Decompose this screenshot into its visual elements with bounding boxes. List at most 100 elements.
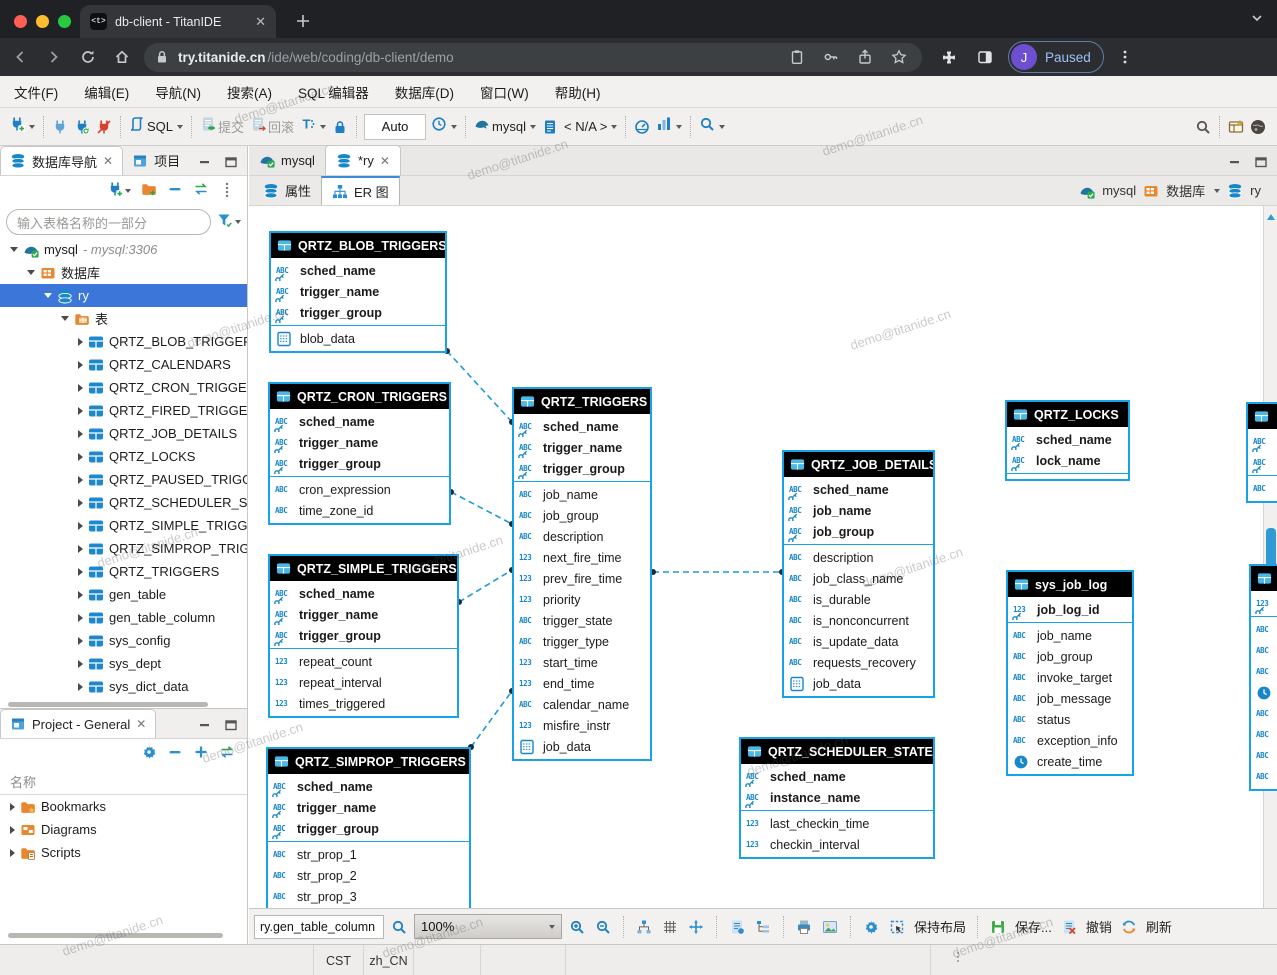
link-with-editor-icon[interactable] [193, 181, 209, 202]
fullscreen-window-button[interactable] [58, 15, 71, 28]
expander-icon[interactable] [78, 522, 83, 530]
tree-item-gen_table_column[interactable]: gen_table_column [0, 606, 247, 629]
commit-button[interactable]: 提交 [197, 114, 247, 140]
entity-field[interactable]: ABCtrigger_group [270, 625, 457, 646]
entity-field[interactable]: ABCis_update_data [784, 631, 933, 652]
entity-field[interactable]: ABCjob_class_name [784, 568, 933, 589]
menu-item[interactable]: 编辑(E) [84, 82, 129, 102]
save-icon[interactable] [987, 914, 1009, 940]
entity-field[interactable]: 123repeat_count [270, 651, 457, 672]
breadcrumb-database[interactable]: 数据库 [1166, 181, 1205, 200]
entity-field[interactable]: ABCsched_name [268, 776, 469, 797]
entity-field[interactable] [1251, 682, 1277, 703]
entity-header[interactable]: QRTZ_LOCKS [1007, 402, 1128, 427]
commit-mode-combo[interactable]: Auto [364, 114, 426, 140]
keep-layout-label[interactable]: 保持布局 [914, 917, 966, 936]
active-connection-combo[interactable]: mysql [471, 114, 539, 140]
close-icon[interactable]: ✕ [103, 154, 113, 168]
tree-item-QRTZ_BLOB_TRIGGERS[interactable]: QRTZ_BLOB_TRIGGERS [0, 330, 247, 353]
entity-field[interactable]: ABC [1251, 766, 1277, 787]
transaction-history-button[interactable] [428, 114, 460, 140]
new-tab-button[interactable] [290, 8, 316, 34]
er-entity-sys_job_log[interactable]: sys_job_log123job_log_idABCjob_nameABCjo… [1006, 570, 1134, 776]
open-perspective-button[interactable] [1225, 114, 1247, 140]
expander-icon[interactable] [78, 476, 83, 484]
tree-item-QRTZ_CALENDARS[interactable]: QRTZ_CALENDARS [0, 353, 247, 376]
entity-field[interactable]: blob_data [271, 328, 445, 349]
close-icon[interactable]: ✕ [136, 717, 146, 731]
er-entity-QRTZ_SIMPLE_TRIGGERS[interactable]: QRTZ_SIMPLE_TRIGGERSABCsched_nameABCtrig… [268, 554, 459, 718]
entity-header[interactable]: QRTZ_BLOB_TRIGGERS [271, 233, 445, 258]
entity-field[interactable]: ABC [1251, 703, 1277, 724]
entity-field[interactable]: ABCjob_name [784, 500, 933, 521]
refresh-icon[interactable] [1118, 914, 1140, 940]
zoom-out-icon[interactable] [592, 914, 614, 940]
zoom-in-icon[interactable] [566, 914, 588, 940]
maximize-editor-icon[interactable] [1253, 154, 1269, 175]
statusbar-drag-handle[interactable] [957, 952, 959, 962]
er-entity-partial[interactable]: ABCABCABC [1246, 402, 1277, 503]
expand-all-icon[interactable] [193, 744, 209, 765]
zoom-combo[interactable]: 100% [414, 914, 562, 939]
expander-icon[interactable] [78, 453, 83, 461]
entity-field[interactable]: 123checkin_interval [741, 834, 933, 855]
sql-editor-button[interactable]: SQL [126, 114, 186, 140]
entity-field[interactable]: 123 [1251, 593, 1277, 614]
dbeaver-globe-icon[interactable] [1247, 114, 1269, 140]
entity-header[interactable] [1251, 566, 1277, 591]
browser-menu-dots-icon[interactable] [1112, 44, 1138, 70]
tasks-button[interactable] [653, 114, 685, 140]
clipboard-icon[interactable] [784, 44, 810, 70]
menu-item[interactable]: 导航(N) [155, 82, 201, 102]
entity-field[interactable]: ABCjob_group [784, 521, 933, 542]
navigator-hscrollbar[interactable] [8, 702, 208, 707]
settings-gear-icon[interactable] [141, 744, 157, 765]
subtab-properties[interactable]: 属性 [253, 176, 321, 205]
scroll-up-arrow-icon[interactable] [1267, 214, 1275, 220]
entity-header[interactable]: QRTZ_CRON_TRIGGERS [270, 384, 449, 409]
address-bar[interactable]: try.titanide.cn /ide/web/coding/db-clien… [144, 43, 922, 72]
expander-icon[interactable] [10, 849, 15, 857]
entity-field[interactable]: ABCtime_zone_id [270, 500, 449, 521]
new-connection-icon[interactable] [107, 181, 131, 202]
minimize-window-button[interactable] [36, 15, 49, 28]
maximize-view-icon[interactable] [223, 717, 239, 738]
entity-field[interactable]: ABC [1251, 724, 1277, 745]
expander-icon[interactable] [78, 407, 83, 415]
tree-item-QRTZ_FIRED_TRIGGERS[interactable]: QRTZ_FIRED_TRIGGERS [0, 399, 247, 422]
entity-field[interactable]: 123misfire_instr [514, 715, 650, 736]
print-icon[interactable] [793, 914, 815, 940]
expander-icon[interactable] [61, 316, 69, 321]
entity-field[interactable]: ABCtrigger_name [268, 797, 469, 818]
entity-field[interactable]: ABCjob_group [1008, 646, 1132, 667]
entity-field[interactable]: ABCinstance_name [741, 787, 933, 808]
entity-field[interactable]: ABCtrigger_group [270, 453, 449, 474]
entity-field[interactable]: ABCtrigger_state [514, 610, 650, 631]
entity-header[interactable]: QRTZ_SIMPLE_TRIGGERS [270, 556, 457, 581]
auto-layout-icon[interactable] [633, 914, 655, 940]
tree-item-gen_table[interactable]: gen_table [0, 583, 247, 606]
entity-field[interactable]: ABCtrigger_name [514, 437, 650, 458]
share-icon[interactable] [852, 44, 878, 70]
tab-close-icon[interactable]: ✕ [255, 15, 266, 28]
tree-item-QRTZ_PAUSED_TRIGGERS[interactable]: QRTZ_PAUSED_TRIGGERS [0, 468, 247, 491]
table-filter-input[interactable]: 输入表格名称的一部分 [6, 209, 211, 235]
diagram-search-input[interactable] [254, 915, 384, 939]
entity-header[interactable]: QRTZ_SIMPROP_TRIGGERS [268, 749, 469, 774]
tree-item-sys_dept[interactable]: sys_dept [0, 652, 247, 675]
tree-item-sys_dict_data[interactable]: sys_dict_data [0, 675, 247, 698]
tree-item-Diagrams[interactable]: Diagrams [0, 818, 247, 841]
entity-field[interactable]: ABCtrigger_name [270, 432, 449, 453]
entity-field[interactable]: ABCtrigger_group [514, 458, 650, 479]
rollback-button[interactable]: 回滚 [247, 114, 297, 140]
entity-header[interactable] [1248, 404, 1277, 429]
expander-icon[interactable] [78, 591, 83, 599]
link-with-editor-icon[interactable] [219, 744, 235, 765]
tree-item-数据库[interactable]: 数据库 [0, 261, 247, 284]
tab-database-navigator[interactable]: 数据库导航✕ [0, 146, 123, 175]
er-entity-QRTZ_TRIGGERS[interactable]: QRTZ_TRIGGERSABCsched_nameABCtrigger_nam… [512, 387, 652, 761]
extensions-puzzle-icon[interactable] [936, 44, 962, 70]
entity-header[interactable]: QRTZ_SCHEDULER_STATE [741, 739, 933, 764]
refresh-label[interactable]: 刷新 [1146, 917, 1172, 936]
entity-header[interactable]: QRTZ_JOB_DETAILS [784, 452, 933, 477]
